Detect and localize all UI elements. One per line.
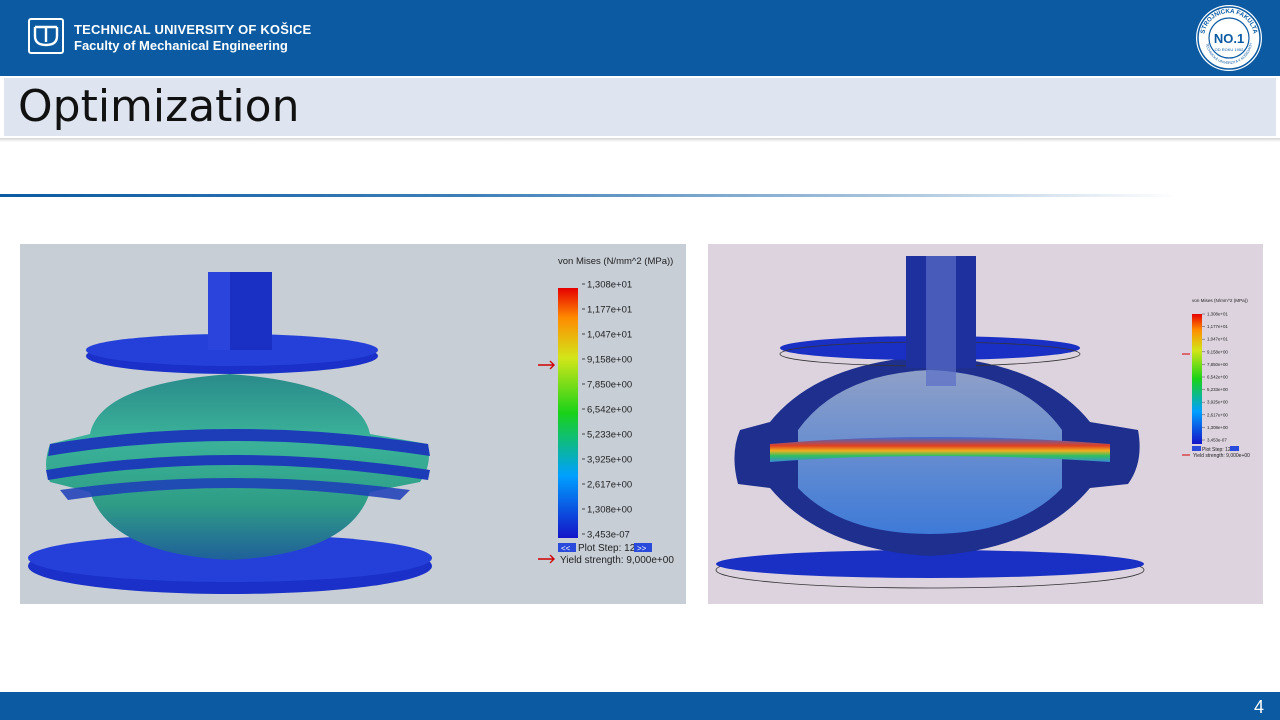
scale-label: 2,617e+00 xyxy=(1207,412,1228,417)
left-color-scale xyxy=(558,288,578,538)
right-scale-labels: 1,308e+01 1,177e+01 1,047e+01 9,158e+00 7,85… xyxy=(1202,312,1228,443)
scale-label: 1,177e+01 xyxy=(587,304,632,315)
left-legend-title: von Mises (N/mm^2 (MPa)) xyxy=(558,256,673,267)
left-yield-strength: Yield strength: 9,000e+00 xyxy=(560,555,674,566)
footer-bar xyxy=(0,692,1280,720)
scale-label: 1,177e+01 xyxy=(1207,324,1228,329)
right-yield-strength: Yield strength: 9,000e+00 xyxy=(1193,453,1250,459)
seal-center-text: NO.1 xyxy=(1214,31,1244,46)
scale-label: 1,308e+01 xyxy=(587,279,632,290)
scale-label: 6,542e+00 xyxy=(587,404,632,415)
scale-label: 1,047e+01 xyxy=(587,329,632,340)
section-divider xyxy=(0,194,1180,197)
left-stress-plot: von Mises (N/mm^2 (MPa)) 1,308e+01 1,177e… xyxy=(28,256,674,594)
left-yield-arrow-icon xyxy=(538,554,555,564)
title-shadow xyxy=(0,138,1280,142)
right-legend-title: von Mises (N/mm^2 (MPa)) xyxy=(1192,298,1248,303)
scale-label: 2,617e+00 xyxy=(587,479,632,490)
right-next-step-icon[interactable] xyxy=(1230,446,1239,451)
scale-label: 3,453e-07 xyxy=(587,529,630,540)
scale-label: 3,925e+00 xyxy=(1207,400,1228,405)
scale-label: 7,850e+00 xyxy=(587,379,632,390)
seal-sub-text: OD ROKU 1952 xyxy=(1215,47,1244,52)
scale-label: 1,308e+00 xyxy=(587,504,632,515)
scale-label: 3,453e-07 xyxy=(1207,438,1227,443)
scale-label: 6,542e+00 xyxy=(1207,375,1228,380)
scale-label: 3,925e+00 xyxy=(587,454,632,465)
scale-label: 7,850e+00 xyxy=(1207,362,1228,367)
scale-label: 9,158e+00 xyxy=(587,354,632,365)
right-simulation-image: von Mises (N/mm^2 (MPa)) 1,308e+01 1,177e… xyxy=(708,244,1263,604)
right-prev-step-icon[interactable] xyxy=(1192,446,1201,451)
scale-label: 9,158e+00 xyxy=(1207,349,1228,354)
faculty-seal-icon: STROJNÍCKA FAKULTA TECHNICKÁ UNIVERZITA … xyxy=(1196,5,1262,71)
left-simulation-image: von Mises (N/mm^2 (MPa)) 1,308e+01 1,177e… xyxy=(20,244,686,604)
page-number: 4 xyxy=(1253,697,1264,717)
left-plot-step: Plot Step: 12 xyxy=(578,543,636,554)
faculty-name: Faculty of Mechanical Engineering xyxy=(74,38,288,53)
right-stress-plot: von Mises (N/mm^2 (MPa)) 1,308e+01 1,177e… xyxy=(715,256,1250,589)
university-name: TECHNICAL UNIVERSITY OF KOŠICE xyxy=(74,22,312,37)
left-yield-marker-icon xyxy=(538,360,555,370)
scale-label: 1,047e+01 xyxy=(1207,337,1228,342)
scale-label: 5,233e+00 xyxy=(1207,387,1228,392)
right-color-scale xyxy=(1192,314,1202,444)
slide-title: Optimization xyxy=(18,81,300,132)
university-logo-icon xyxy=(28,18,64,54)
svg-text:<<: << xyxy=(561,544,571,553)
scale-label: 5,233e+00 xyxy=(587,429,632,440)
scale-label: 1,308e+01 xyxy=(1207,312,1228,317)
left-scale-labels: 1,308e+01 1,177e+01 1,047e+01 9,158e+00 7,85… xyxy=(582,279,632,540)
header-bar: TECHNICAL UNIVERSITY OF KOŠICE Faculty o… xyxy=(0,0,1280,76)
svg-text:>>: >> xyxy=(637,544,647,553)
scale-label: 1,308e+00 xyxy=(1207,425,1228,430)
